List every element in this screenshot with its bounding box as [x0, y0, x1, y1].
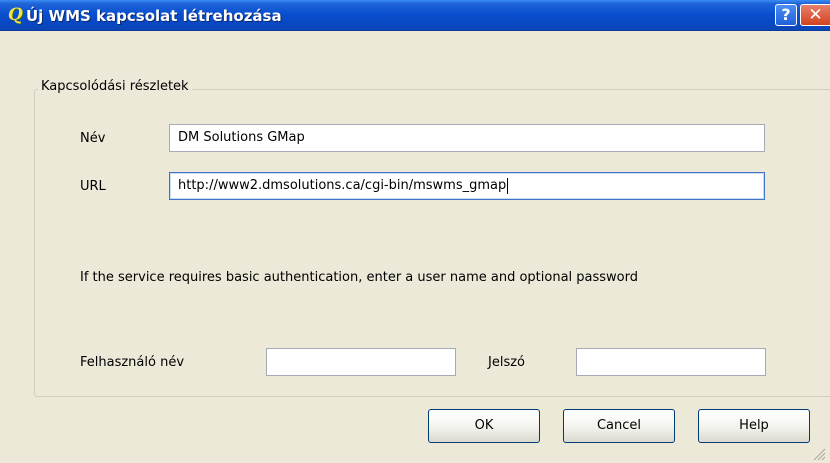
name-field-value: DM Solutions GMap — [178, 130, 305, 145]
username-field[interactable] — [266, 348, 456, 376]
url-field[interactable]: http://www2.dmsolutions.ca/cgi-bin/mswms… — [169, 172, 765, 200]
cancel-button[interactable]: Cancel — [563, 409, 675, 443]
password-label: Jelszó — [488, 355, 525, 370]
username-label: Felhasználó név — [80, 355, 185, 370]
url-label: URL — [80, 179, 106, 194]
help-button[interactable]: Help — [698, 409, 810, 443]
dialog-window: Q Új WMS kapcsolat létrehozása ? ✕ Kapcs… — [0, 0, 830, 463]
url-field-value: http://www2.dmsolutions.ca/cgi-bin/mswms… — [178, 178, 507, 193]
dialog-title: Új WMS kapcsolat létrehozása — [26, 7, 282, 25]
name-label: Név — [80, 131, 106, 146]
ok-button[interactable]: OK — [428, 409, 540, 443]
text-caret — [507, 177, 509, 194]
group-title: Kapcsolódási részletek — [38, 79, 192, 94]
help-icon[interactable]: ? — [775, 4, 797, 26]
qgis-app-icon: Q — [8, 5, 23, 25]
close-icon[interactable]: ✕ — [800, 4, 830, 26]
title-bar[interactable]: Q Új WMS kapcsolat létrehozása ? ✕ — [0, 0, 830, 31]
name-field[interactable]: DM Solutions GMap — [169, 124, 765, 152]
auth-hint-text: If the service requires basic authentica… — [80, 270, 639, 285]
resize-grip-icon[interactable] — [810, 445, 826, 461]
password-field[interactable] — [576, 348, 766, 376]
